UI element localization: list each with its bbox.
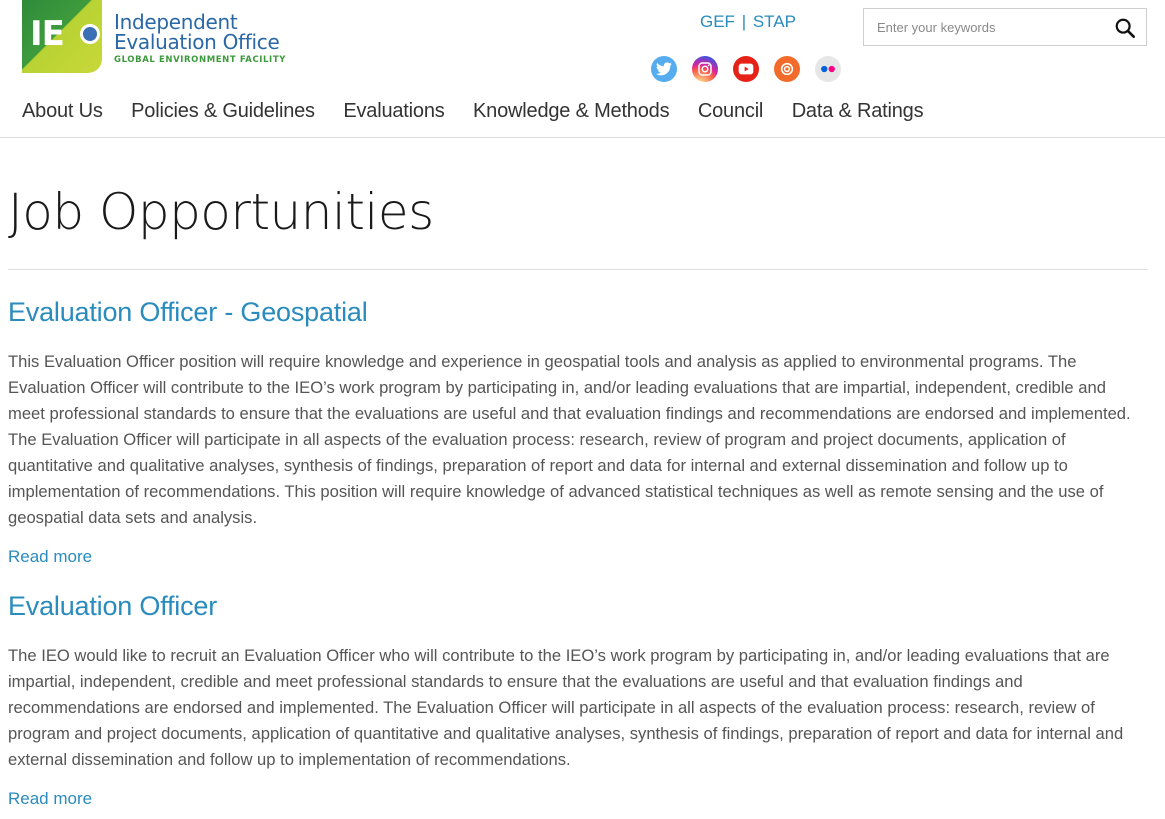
nav-item-about-us[interactable]: About Us xyxy=(22,100,103,123)
flickr-icon[interactable] xyxy=(815,56,841,82)
job-listing: Evaluation Officer The IEO would like to… xyxy=(8,589,1148,810)
nav-item-evaluations[interactable]: Evaluations xyxy=(343,100,444,123)
twitter-icon[interactable] xyxy=(651,56,677,82)
nav-item-council[interactable]: Council xyxy=(698,100,764,123)
instagram-icon[interactable] xyxy=(692,56,718,82)
job-listing: Evaluation Officer - Geospatial This Eva… xyxy=(8,295,1148,568)
logo-line-3: GLOBAL ENVIRONMENT FACILITY xyxy=(114,55,286,65)
job-description: The IEO would like to recruit an Evaluat… xyxy=(8,646,1124,769)
read-more-link[interactable]: Read more xyxy=(8,788,92,810)
logo-mark: IE xyxy=(22,0,102,73)
search-icon[interactable] xyxy=(1114,17,1136,39)
social-links xyxy=(651,56,841,82)
main-content: Job Opportunities Evaluation Officer - G… xyxy=(8,138,1148,810)
top-links: GEF | STAP xyxy=(700,12,796,32)
page-title: Job Opportunities xyxy=(8,183,434,241)
title-divider xyxy=(8,269,1148,270)
issuu-icon[interactable] xyxy=(774,56,800,82)
logo-text: Independent Evaluation Office GLOBAL ENV… xyxy=(114,12,286,65)
logo-line-1: Independent xyxy=(114,10,238,34)
read-more-link[interactable]: Read more xyxy=(8,546,92,568)
search-box xyxy=(863,8,1147,46)
search-input[interactable] xyxy=(864,9,1104,45)
job-description: This Evaluation Officer position will re… xyxy=(8,352,1131,527)
job-title-link[interactable]: Evaluation Officer - Geospatial xyxy=(8,295,1148,329)
youtube-icon[interactable] xyxy=(733,56,759,82)
main-nav: About Us Policies & Guidelines Evaluatio… xyxy=(22,100,952,123)
nav-item-data-ratings[interactable]: Data & Ratings xyxy=(792,100,924,123)
nav-item-policies-guidelines[interactable]: Policies & Guidelines xyxy=(131,100,315,123)
site-header: IE Independent Evaluation Office GLOBAL … xyxy=(0,0,1165,138)
logo-mark-circle xyxy=(80,24,100,44)
job-title-link[interactable]: Evaluation Officer xyxy=(8,589,1148,623)
logo-mark-text: IE xyxy=(30,14,65,54)
nav-item-knowledge-methods[interactable]: Knowledge & Methods xyxy=(473,100,670,123)
top-links-separator: | xyxy=(741,12,747,31)
logo-line-2: Evaluation Office xyxy=(114,30,280,54)
gef-link[interactable]: GEF xyxy=(700,12,735,31)
stap-link[interactable]: STAP xyxy=(753,12,796,31)
ieo-logo[interactable]: IE Independent Evaluation Office GLOBAL … xyxy=(22,0,302,76)
